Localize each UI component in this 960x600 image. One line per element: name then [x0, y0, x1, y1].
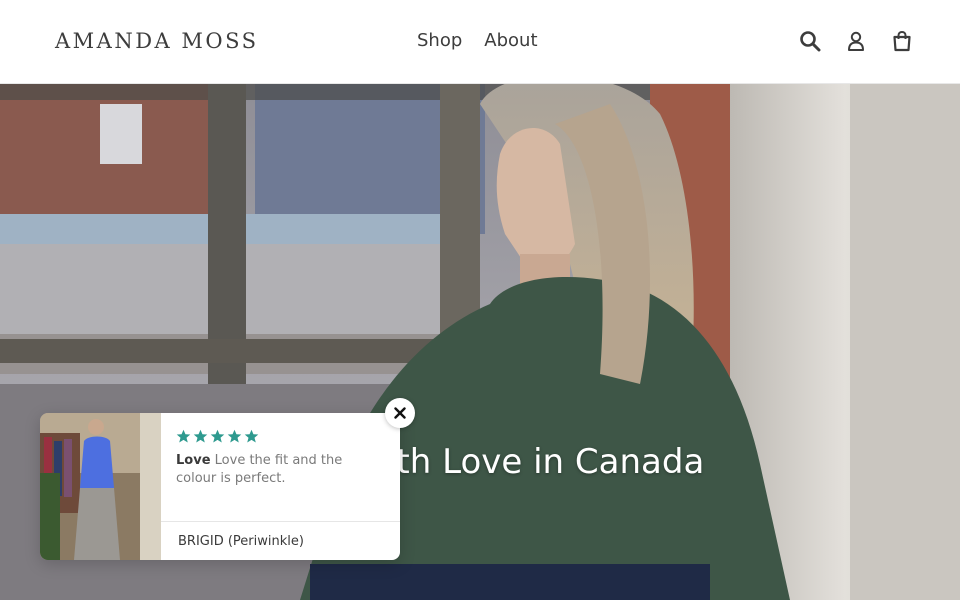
review-title: Love — [176, 453, 211, 468]
cart-icon[interactable] — [890, 29, 914, 53]
star-icon — [244, 429, 259, 443]
close-icon[interactable] — [385, 398, 415, 428]
star-icon — [176, 429, 191, 443]
main-nav: Shop About — [417, 30, 538, 51]
search-icon[interactable] — [798, 29, 822, 53]
star-icon — [227, 429, 242, 443]
header-icons — [798, 29, 914, 53]
review-body: Love Love the fit and the colour is perf… — [161, 413, 400, 521]
site-header: AMANDA MOSS Shop About — [0, 0, 960, 84]
rating-stars — [176, 429, 386, 444]
nav-link-about[interactable]: About — [484, 30, 537, 51]
star-icon — [193, 429, 208, 443]
review-popup[interactable]: Love Love the fit and the colour is perf… — [40, 398, 415, 560]
review-photo — [40, 413, 161, 560]
review-text: Love Love the fit and the colour is perf… — [176, 452, 386, 488]
nav-link-shop[interactable]: Shop — [417, 30, 462, 51]
site-logo[interactable]: AMANDA MOSS — [55, 29, 259, 53]
star-icon — [210, 429, 225, 443]
review-product-link[interactable]: BRIGID (Periwinkle) — [161, 521, 400, 560]
account-icon[interactable] — [844, 29, 868, 53]
